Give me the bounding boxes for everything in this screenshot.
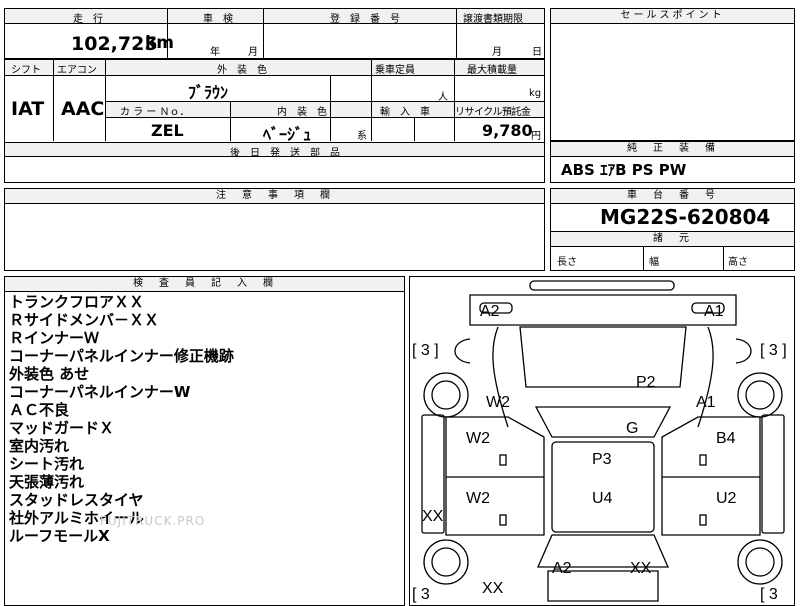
inspection-label: 車 検 <box>203 14 233 25</box>
inspector-note-line: スタッドレスタイヤ <box>9 491 144 509</box>
inspector-note-line: 外装色 あせ <box>9 365 90 383</box>
dim-height-label: 高さ <box>728 257 748 268</box>
mark-xx-lower: XX <box>482 580 504 597</box>
mark-a1-right: A1 <box>696 394 716 411</box>
inspector-note-line: シート汚れ <box>9 455 85 473</box>
interior-label: 内 装 色 <box>277 107 327 118</box>
chassis-box: 車 台 番 号 MG22S-620804 諸 元 長さ 幅 高さ <box>550 188 795 271</box>
later-parts-area <box>4 156 545 183</box>
caution-box: 注 意 事 項 欄 <box>4 188 545 271</box>
selling-point-box: セールスポイント <box>550 8 795 141</box>
equipment-value: ABS ｴｱB PS PW <box>561 161 687 179</box>
mark-p3: P3 <box>592 451 612 468</box>
spec-block: シフト エアコン 外 装 色 乗車定員 最大積載量 IAT AAC ﾌﾞﾗｳﾝ … <box>4 59 545 159</box>
mark-a2-bottom: A2 <box>552 560 572 577</box>
mark-u4: U4 <box>592 490 613 507</box>
color-no-value: ZEL <box>151 121 184 140</box>
color-no-label: カ ラ ー Ｎｏ． <box>120 107 190 118</box>
dims-header: 諸 元 <box>551 231 794 247</box>
mark-bracket-bl: [ 3 <box>412 586 430 603</box>
interior-suffix: 系 <box>357 131 367 142</box>
inspector-header: 検 査 員 記 入 欄 <box>5 277 404 292</box>
ext-color-label: 外 装 色 <box>217 65 267 76</box>
month-label: 月 <box>248 47 258 58</box>
mark-xx-left: XX <box>422 508 444 525</box>
inspector-note-line: ＡＣ不良 <box>9 401 70 419</box>
ac-label: エアコン <box>57 65 97 76</box>
mileage-label: 走 行 <box>73 14 103 25</box>
mark-u2: U2 <box>716 490 737 507</box>
inspector-box: 検 査 員 記 入 欄 トランクフロアＸＸ Ｒサイドメンバ－ＸＸ ＲインナーＷ コーナ… <box>4 276 405 606</box>
inspector-notes: トランクフロアＸＸ Ｒサイドメンバ－ＸＸ ＲインナーＷ コーナーパネルインナー修正機跡… <box>9 293 234 545</box>
mark-b4: B4 <box>716 430 736 447</box>
mark-a1-top: A1 <box>704 303 724 320</box>
inspector-note-line: コーナーパネルインナーW <box>9 383 191 401</box>
registration-label: 登 録 番 号 <box>330 14 400 25</box>
inspector-note-line: Ｒサイドメンバ－ＸＸ <box>9 311 160 329</box>
car-diagram: A2 A1 [ 3 ] [ 3 ] P2 W2 A1 G W2 B4 P3 W2… <box>412 280 787 603</box>
mark-bracket-br: [ 3 <box>760 586 778 603</box>
selling-point-header: セールスポイント <box>551 9 794 24</box>
shift-label: シフト <box>11 65 41 76</box>
dim-length-label: 長さ <box>557 257 577 268</box>
car-diagram-box: A2 A1 [ 3 ] [ 3 ] P2 W2 A1 G W2 B4 P3 W2… <box>409 276 795 606</box>
capacity-label: 乗車定員 <box>375 65 415 76</box>
mark-bracket-tr: [ 3 ] <box>760 342 787 359</box>
mark-w2-left: W2 <box>486 394 510 411</box>
interior-value: ﾍﾞｰｼﾞｭ <box>263 125 312 144</box>
equipment-header: 純 正 装 備 <box>551 141 794 157</box>
capacity-unit: 人 <box>438 92 448 103</box>
dim-width-label: 幅 <box>649 257 659 268</box>
import-label: 輸 入 車 <box>380 107 430 118</box>
top-info-block: 走 行 車 検 登 録 番 号 譲渡書類期限 102,725 km 年 月 月 … <box>4 8 545 59</box>
chassis-number: MG22S-620804 <box>600 205 771 229</box>
equipment-box: 純 正 装 備 ABS ｴｱB PS PW <box>550 141 795 183</box>
mark-w2-door1: W2 <box>466 430 490 447</box>
load-label: 最大積載量 <box>467 65 517 76</box>
inspector-note-line: ＲインナーＷ <box>9 329 100 347</box>
mark-p2: P2 <box>636 374 656 391</box>
mark-a2-top: A2 <box>480 303 500 320</box>
ext-color-value: ﾌﾞﾗｳﾝ <box>188 83 229 102</box>
shift-value: IAT <box>11 98 45 120</box>
mark-xx-bottom: XX <box>630 560 652 577</box>
mark-bracket-tl: [ 3 ] <box>412 342 439 359</box>
inspector-note-line: トランクフロアＸＸ <box>9 293 145 311</box>
inspector-note-line: ルーフモールX <box>9 527 110 545</box>
recycle-value: 9,780 <box>482 121 533 140</box>
year-label: 年 <box>210 47 220 58</box>
inspector-note-line: コーナーパネルインナー修正機跡 <box>9 347 234 365</box>
ac-value: AAC <box>61 98 105 120</box>
transfer-month: 月 <box>492 47 502 58</box>
inspector-note-line: 天張薄汚れ <box>9 473 85 491</box>
caution-header: 注 意 事 項 欄 <box>5 189 544 204</box>
mileage-unit: km <box>145 33 175 53</box>
recycle-label: リサイクル預託金 <box>455 107 531 118</box>
chassis-header: 車 台 番 号 <box>551 189 794 204</box>
mark-w2-door2: W2 <box>466 490 490 507</box>
recycle-unit: 円 <box>531 131 541 142</box>
transfer-day: 日 <box>532 47 542 58</box>
mark-g: G <box>626 420 638 437</box>
inspector-note-line: 室内汚れ <box>9 437 70 455</box>
watermark: FUJITRUCK.PRO <box>100 514 206 528</box>
inspector-note-line: マッドガードＸ <box>9 419 115 437</box>
load-unit: kg <box>529 88 542 99</box>
transfer-label: 譲渡書類期限 <box>463 14 523 25</box>
